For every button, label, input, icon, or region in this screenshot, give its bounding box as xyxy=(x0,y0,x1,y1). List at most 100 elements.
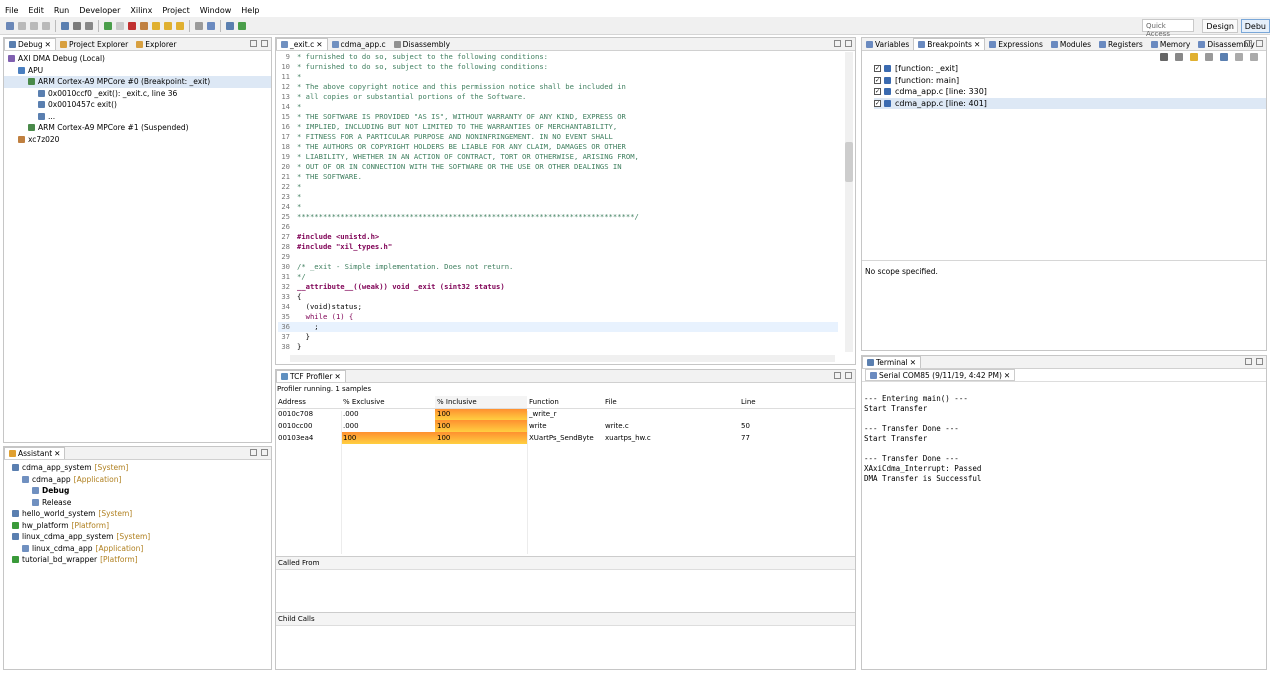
step-over-icon[interactable] xyxy=(164,21,172,30)
assistant-tree-item[interactable]: tutorial_bd_wrapper [Platform] xyxy=(4,554,271,566)
minimize-icon[interactable] xyxy=(1245,358,1252,365)
expand-all-icon[interactable] xyxy=(1235,53,1243,61)
debug-tree-item[interactable]: ARM Cortex-A9 MPCore #1 (Suspended) xyxy=(4,122,271,134)
tab-registers[interactable]: Registers xyxy=(1095,38,1147,50)
remove-all-icon[interactable] xyxy=(1175,53,1183,61)
tab-tcf-profiler[interactable]: TCF Profiler ✕ xyxy=(276,370,346,382)
maximize-icon[interactable] xyxy=(845,372,852,379)
minimize-icon[interactable] xyxy=(834,40,841,47)
print-icon[interactable] xyxy=(42,21,50,30)
code-line[interactable]: 33 { xyxy=(278,292,838,302)
code-line[interactable]: 26 xyxy=(278,222,838,232)
run-icon[interactable] xyxy=(238,21,246,30)
tab-variables[interactable]: Variables xyxy=(862,38,913,50)
assistant-tree-item[interactable]: hw_platform [Platform] xyxy=(4,520,271,532)
resume-icon[interactable] xyxy=(104,21,112,30)
maximize-icon[interactable] xyxy=(1256,40,1263,47)
code-line[interactable]: 15 * THE SOFTWARE IS PROVIDED "AS IS", WI… xyxy=(278,112,838,122)
assistant-tree-item[interactable]: Release xyxy=(4,497,271,509)
terminal-icon[interactable] xyxy=(207,21,215,30)
code-line[interactable]: 32 __attribute__((weak)) void _exit (sint… xyxy=(278,282,838,292)
breakpoint-checkbox[interactable]: ✓ xyxy=(874,99,881,107)
col-address[interactable]: Address xyxy=(276,396,341,408)
maximize-icon[interactable] xyxy=(261,40,268,47)
code-line[interactable]: 30 /* _exit - Simple implementation. Does… xyxy=(278,262,838,272)
breakpoint-item[interactable]: ✓ [function: main] xyxy=(874,75,1266,87)
tab-debug[interactable]: Debug ✕ xyxy=(4,38,56,50)
debug-tree-item[interactable]: xc7z020 xyxy=(4,134,271,146)
col-function[interactable]: Function xyxy=(527,396,603,408)
debug-icon[interactable] xyxy=(226,21,234,30)
assistant-tree-item[interactable]: cdma_app [Application] xyxy=(4,474,271,486)
quick-access-field[interactable]: Quick Access xyxy=(1142,19,1194,38)
tab-serial-session[interactable]: Serial COM85 (9/11/19, 4:42 PM) ✕ xyxy=(865,369,1016,381)
code-line[interactable]: 29 xyxy=(278,252,838,262)
step-into-icon[interactable] xyxy=(152,21,160,30)
tab-cdma-app-c[interactable]: cdma_app.c xyxy=(328,38,390,50)
terminal-output[interactable]: --- Entering main() --- Start Transfer ---… xyxy=(862,382,1266,486)
suspend-icon[interactable] xyxy=(116,21,124,30)
code-line[interactable]: 16 * IMPLIED, INCLUDING BUT NOT LIMITED T… xyxy=(278,122,838,132)
debug-tree-item[interactable]: 0x0010457c exit() xyxy=(4,99,271,111)
code-line[interactable]: 35 while (1) { xyxy=(278,312,838,322)
minimize-icon[interactable] xyxy=(834,372,841,379)
skip-all-icon[interactable] xyxy=(1220,53,1228,61)
remove-icon[interactable] xyxy=(1160,53,1168,61)
perspective-design-button[interactable]: Design xyxy=(1202,19,1238,33)
close-icon[interactable]: ✕ xyxy=(974,40,980,49)
program-fpga-icon[interactable] xyxy=(85,21,93,30)
code-line[interactable]: 27 #include <unistd.h> xyxy=(278,232,838,242)
perspective-debug-button[interactable]: Debu xyxy=(1240,19,1270,33)
code-line[interactable]: 31 */ xyxy=(278,272,838,282)
code-line[interactable]: 10 * furnished to do so, subject to the f… xyxy=(278,62,838,72)
maximize-icon[interactable] xyxy=(261,449,268,456)
save-all-icon[interactable] xyxy=(30,21,38,30)
col-inclusive[interactable]: % Inclusive xyxy=(435,396,527,408)
debug-tree-item[interactable]: 0x0010ccf0 _exit(): _exit.c, line 36 xyxy=(4,88,271,100)
col-file[interactable]: File xyxy=(603,396,739,408)
maximize-icon[interactable] xyxy=(1256,358,1263,365)
code-line[interactable]: 24 * xyxy=(278,202,838,212)
code-line[interactable]: 20 * OUT OF OR IN CONNECTION WITH THE SOF… xyxy=(278,162,838,172)
vertical-scrollbar[interactable] xyxy=(845,52,853,352)
tab-expressions[interactable]: Expressions xyxy=(985,38,1047,50)
link-icon[interactable] xyxy=(1205,53,1213,61)
code-line[interactable]: 12 * The above copyright notice and this … xyxy=(278,82,838,92)
code-line[interactable]: 11 * xyxy=(278,72,838,82)
tab-explorer[interactable]: Explorer xyxy=(132,38,180,50)
tab-breakpoints[interactable]: Breakpoints ✕ xyxy=(913,38,986,50)
close-icon[interactable]: ✕ xyxy=(54,449,60,458)
debug-tree-item[interactable]: APU xyxy=(4,65,271,77)
code-line[interactable]: 13 * all copies or substantial portions o… xyxy=(278,92,838,102)
menu-item-xilinx[interactable]: Xilinx xyxy=(125,6,157,15)
close-icon[interactable]: ✕ xyxy=(1004,371,1010,380)
tab-terminal[interactable]: Terminal ✕ xyxy=(862,356,921,368)
save-icon[interactable] xyxy=(18,21,26,30)
minimize-icon[interactable] xyxy=(1245,40,1252,47)
tab-memory[interactable]: Memory xyxy=(1147,38,1195,50)
menu-item-window[interactable]: Window xyxy=(195,6,237,15)
menu-item-developer[interactable]: Developer xyxy=(74,6,125,15)
code-line[interactable]: 39 xyxy=(278,352,838,354)
assistant-tree-item[interactable]: linux_cdma_app [Application] xyxy=(4,543,271,555)
instruction-step-icon[interactable] xyxy=(195,21,203,30)
show-breakpoints-icon[interactable] xyxy=(1190,53,1198,61)
code-line[interactable]: 9 * furnished to do so, subject to the fo… xyxy=(278,52,838,62)
code-line[interactable]: 34 (void)status; xyxy=(278,302,838,312)
breakpoint-item[interactable]: ✓ cdma_app.c [line: 401] xyxy=(874,97,1266,109)
maximize-icon[interactable] xyxy=(845,40,852,47)
code-line[interactable]: 14 * xyxy=(278,102,838,112)
breakpoint-checkbox[interactable]: ✓ xyxy=(874,65,881,73)
code-line[interactable]: 17 * FITNESS FOR A PARTICULAR PURPOSE AND… xyxy=(278,132,838,142)
col-line[interactable]: Line xyxy=(739,396,855,408)
debug-tree-item[interactable]: AXI DMA Debug (Local) xyxy=(4,53,271,65)
code-line[interactable]: 38} xyxy=(278,342,838,352)
close-icon[interactable]: ✕ xyxy=(910,358,916,367)
assistant-tree-item[interactable]: Debug xyxy=(4,485,271,497)
assistant-tree-item[interactable]: linux_cdma_app_system [System] xyxy=(4,531,271,543)
properties-icon[interactable] xyxy=(73,21,81,30)
code-line[interactable]: 37 } xyxy=(278,332,838,342)
menu-item-run[interactable]: Run xyxy=(49,6,74,15)
breakpoint-item[interactable]: ✓ [function: _exit] xyxy=(874,63,1266,75)
menu-item-file[interactable]: File xyxy=(0,6,23,15)
